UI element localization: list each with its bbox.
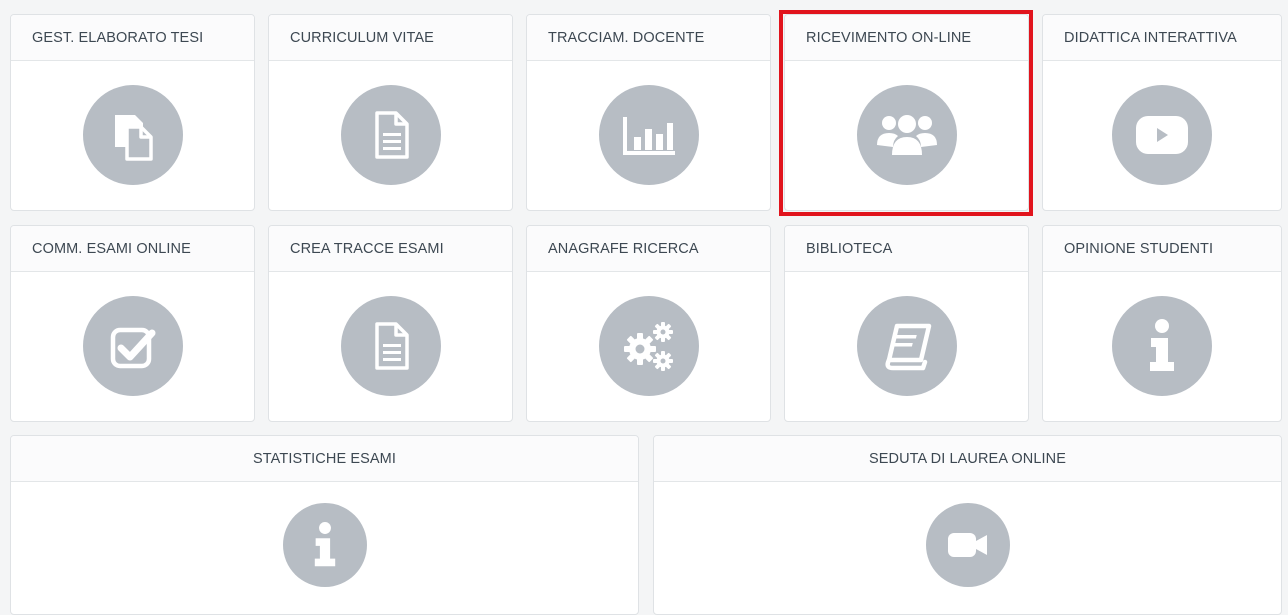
tile-anagrafe-ricerca[interactable]: ANAGRAFE RICERCA: [526, 225, 771, 422]
info-icon: [282, 503, 367, 587]
services-grid: GEST. ELABORATO TESI CURRICULUM VITAE TR…: [0, 0, 1288, 615]
tile-seduta-di-laurea-online[interactable]: SEDUTA DI LAUREA ONLINE: [653, 435, 1282, 615]
video-camera-icon: [925, 503, 1010, 587]
tile-title: SEDUTA DI LAUREA ONLINE: [654, 436, 1281, 482]
tile-statistiche-esami[interactable]: STATISTICHE ESAMI: [10, 435, 639, 615]
tile-tracciam-docente[interactable]: TRACCIAM. DOCENTE: [526, 14, 771, 211]
tile-title: OPINIONE STUDENTI: [1043, 226, 1281, 272]
tile-didattica-interattiva[interactable]: DIDATTICA INTERATTIVA: [1042, 14, 1282, 211]
info-icon: [1112, 296, 1212, 396]
checkbox-icon: [82, 296, 183, 396]
tile-curriculum-vitae[interactable]: CURRICULUM VITAE: [268, 14, 513, 211]
document-icon: [340, 296, 441, 396]
bar-chart-icon: [598, 85, 699, 185]
tile-biblioteca[interactable]: BIBLIOTECA: [784, 225, 1029, 422]
book-icon: [856, 296, 957, 396]
tile-opinione-studenti[interactable]: OPINIONE STUDENTI: [1042, 225, 1282, 422]
tile-title: DIDATTICA INTERATTIVA: [1043, 15, 1281, 61]
tile-title: CREA TRACCE ESAMI: [269, 226, 512, 272]
tile-title: GEST. ELABORATO TESI: [11, 15, 254, 61]
files-icon: [82, 85, 183, 185]
document-icon: [340, 85, 441, 185]
tile-gest-elaborato-tesi[interactable]: GEST. ELABORATO TESI: [10, 14, 255, 211]
tile-title: RICEVIMENTO ON-LINE: [785, 15, 1028, 61]
tile-title: BIBLIOTECA: [785, 226, 1028, 272]
tile-title: ANAGRAFE RICERCA: [527, 226, 770, 272]
tile-title: TRACCIAM. DOCENTE: [527, 15, 770, 61]
tile-ricevimento-on-line[interactable]: RICEVIMENTO ON-LINE: [784, 14, 1029, 211]
tile-title: COMM. ESAMI ONLINE: [11, 226, 254, 272]
tile-title: CURRICULUM VITAE: [269, 15, 512, 61]
users-group-icon: [856, 85, 957, 185]
tile-title: STATISTICHE ESAMI: [11, 436, 638, 482]
tile-comm-esami-online[interactable]: COMM. ESAMI ONLINE: [10, 225, 255, 422]
gears-icon: [598, 296, 699, 396]
play-video-icon: [1112, 85, 1212, 185]
tile-crea-tracce-esami[interactable]: CREA TRACCE ESAMI: [268, 225, 513, 422]
